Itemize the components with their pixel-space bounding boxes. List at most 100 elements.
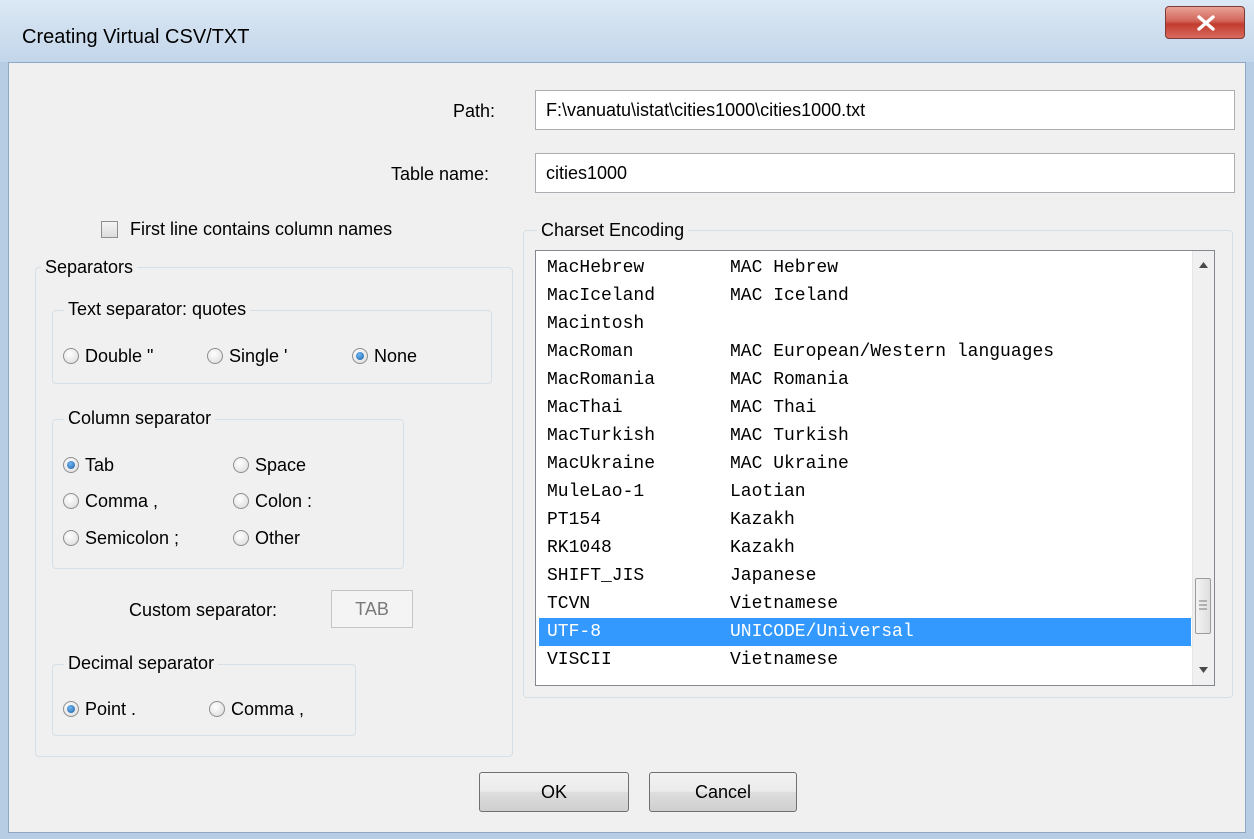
- charset-description: MAC Romania: [730, 370, 849, 390]
- custom-separator-label: Custom separator:: [129, 600, 278, 620]
- radio-other[interactable]: Other: [233, 526, 300, 550]
- radio-decimal-comma[interactable]: Comma ,: [209, 697, 304, 721]
- custom-separator-input[interactable]: TAB: [331, 590, 413, 628]
- radio-label: Tab: [85, 454, 115, 475]
- charset-code: RK1048: [547, 538, 612, 558]
- radio-dot: [63, 530, 79, 546]
- path-label: Path:: [453, 101, 496, 121]
- radio-dot: [233, 530, 249, 546]
- radio-none-quote[interactable]: None: [352, 344, 417, 368]
- list-item[interactable]: MacHebrew MAC Hebrew: [539, 254, 1191, 282]
- list-item[interactable]: MacRoman MAC European/Western languages: [539, 338, 1191, 366]
- charset-description: MAC Ukraine: [730, 454, 849, 474]
- first-line-checkbox[interactable]: [101, 221, 118, 238]
- radio-double-quote[interactable]: Double ": [63, 344, 153, 368]
- radio-dot: [233, 493, 249, 509]
- charset-description: Kazakh: [730, 510, 795, 530]
- radio-tab[interactable]: Tab: [63, 453, 114, 477]
- charset-description: MAC European/Western languages: [730, 342, 1055, 362]
- charset-listbox[interactable]: MacHebrew MAC Hebrew MacIceland MAC Iceland…: [535, 250, 1215, 686]
- column-separator-title: Column separator: [64, 408, 216, 429]
- charset-description: MAC Thai: [730, 398, 817, 418]
- first-line-label[interactable]: First line contains column names: [130, 219, 392, 240]
- radio-label: Other: [255, 527, 301, 548]
- charset-code: UTF-8: [547, 622, 602, 642]
- list-item[interactable]: SHIFT_JIS Japanese: [539, 562, 1191, 590]
- text-separator-title: Text separator: quotes: [64, 299, 251, 320]
- charset-code: MacHebrew: [547, 258, 645, 278]
- charset-description: UNICODE/Universal: [730, 622, 914, 642]
- list-item[interactable]: RK1048 Kazakh: [539, 534, 1191, 562]
- close-button[interactable]: [1165, 6, 1245, 39]
- radio-label: None: [374, 345, 418, 366]
- list-item[interactable]: VISCII Vietnamese: [539, 646, 1191, 674]
- charset-code: MacRoman: [547, 342, 634, 362]
- list-item[interactable]: MacTurkish MAC Turkish: [539, 422, 1191, 450]
- table-name-input[interactable]: cities1000: [535, 153, 1235, 193]
- charset-code: MacTurkish: [547, 426, 656, 446]
- charset-description: Japanese: [730, 566, 817, 586]
- charset-code: MuleLao-1: [547, 482, 645, 502]
- dialog-client-area: Path: F:\vanuatu\istat\cities1000\cities…: [8, 62, 1246, 833]
- charset-code: Macintosh: [547, 314, 645, 334]
- list-item[interactable]: MuleLao-1 Laotian: [539, 478, 1191, 506]
- radio-dot-selected: [63, 457, 79, 473]
- charset-description: Laotian: [730, 482, 806, 502]
- charset-code: SHIFT_JIS: [547, 566, 645, 586]
- charset-description: MAC Hebrew: [730, 258, 839, 278]
- list-item[interactable]: MacUkraine MAC Ukraine: [539, 450, 1191, 478]
- chevron-up-icon[interactable]: [1199, 262, 1208, 268]
- radio-label: Single ': [229, 345, 288, 366]
- radio-comma[interactable]: Comma ,: [63, 489, 158, 513]
- radio-colon[interactable]: Colon :: [233, 489, 312, 513]
- radio-label: Point .: [85, 698, 137, 719]
- scrollbar-thumb[interactable]: [1195, 578, 1211, 634]
- charset-code: PT154: [547, 510, 602, 530]
- radio-dot: [233, 457, 249, 473]
- radio-label: Colon :: [255, 490, 313, 511]
- table-name-label: Table name:: [391, 164, 490, 184]
- charset-description: Vietnamese: [730, 594, 839, 614]
- chevron-down-icon[interactable]: [1199, 667, 1208, 673]
- list-item[interactable]: MacThai MAC Thai: [539, 394, 1191, 422]
- list-item[interactable]: MacRomania MAC Romania: [539, 366, 1191, 394]
- charset-description: MAC Turkish: [730, 426, 849, 446]
- title-bar[interactable]: Creating Virtual CSV/TXT: [0, 0, 1254, 62]
- path-input[interactable]: F:\vanuatu\istat\cities1000\cities1000.t…: [535, 90, 1235, 130]
- charset-code: TCVN: [547, 594, 591, 614]
- vertical-scrollbar[interactable]: [1192, 251, 1214, 685]
- radio-dot: [63, 493, 79, 509]
- radio-single-quote[interactable]: Single ': [207, 344, 287, 368]
- list-item[interactable]: Macintosh: [539, 310, 1191, 338]
- list-item-selected[interactable]: UTF-8 UNICODE/Universal: [539, 618, 1191, 646]
- list-item[interactable]: PT154 Kazakh: [539, 506, 1191, 534]
- radio-dot: [209, 701, 225, 717]
- close-icon: [1197, 15, 1215, 31]
- charset-code: MacUkraine: [547, 454, 656, 474]
- radio-point[interactable]: Point .: [63, 697, 136, 721]
- radio-dot-selected: [352, 348, 368, 364]
- radio-space[interactable]: Space: [233, 453, 306, 477]
- radio-label: Comma ,: [231, 698, 305, 719]
- charset-description: MAC Iceland: [730, 286, 849, 306]
- charset-code: MacRomania: [547, 370, 656, 390]
- ok-button[interactable]: OK: [479, 772, 629, 812]
- charset-code: MacThai: [547, 398, 623, 418]
- radio-label: Semicolon ;: [85, 527, 180, 548]
- charset-description: Vietnamese: [730, 650, 839, 670]
- radio-dot: [207, 348, 223, 364]
- charset-title: Charset Encoding: [537, 220, 689, 241]
- radio-label: Comma ,: [85, 490, 159, 511]
- list-item[interactable]: MacIceland MAC Iceland: [539, 282, 1191, 310]
- cancel-button[interactable]: Cancel: [649, 772, 797, 812]
- dialog-window: Creating Virtual CSV/TXT Path: F:\vanuat…: [0, 0, 1254, 839]
- window-title: Creating Virtual CSV/TXT: [22, 26, 250, 48]
- charset-description: Kazakh: [730, 538, 795, 558]
- radio-label: Space: [255, 454, 307, 475]
- radio-semicolon[interactable]: Semicolon ;: [63, 526, 179, 550]
- grip-icon: [1199, 600, 1207, 610]
- list-item[interactable]: TCVN Vietnamese: [539, 590, 1191, 618]
- decimal-separator-title: Decimal separator: [64, 653, 219, 674]
- radio-label: Double ": [85, 345, 154, 366]
- radio-dot: [63, 348, 79, 364]
